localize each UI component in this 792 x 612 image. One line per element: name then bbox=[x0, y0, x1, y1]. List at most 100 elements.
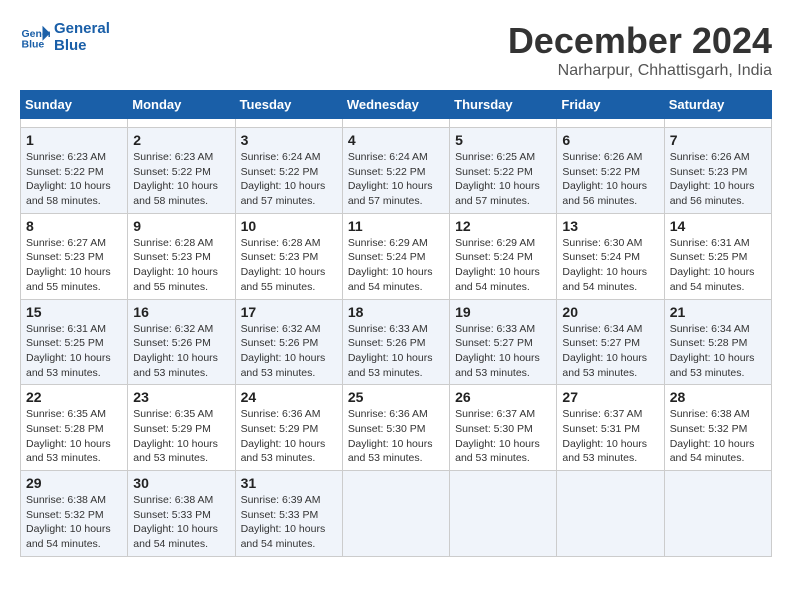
calendar-cell bbox=[342, 119, 449, 128]
calendar-cell bbox=[21, 119, 128, 128]
day-info: Sunrise: 6:38 AM Sunset: 5:33 PM Dayligh… bbox=[133, 493, 229, 552]
day-info: Sunrise: 6:37 AM Sunset: 5:30 PM Dayligh… bbox=[455, 407, 551, 466]
calendar-row-5: 29Sunrise: 6:38 AM Sunset: 5:32 PM Dayli… bbox=[21, 471, 772, 557]
day-info: Sunrise: 6:35 AM Sunset: 5:28 PM Dayligh… bbox=[26, 407, 122, 466]
calendar-cell: 27 Sunrise: 6:37 AM Sunset: 5:31 PM Dayli… bbox=[557, 385, 664, 471]
day-number: 2 bbox=[133, 132, 229, 148]
calendar-row-2: 8Sunrise: 6:27 AM Sunset: 5:23 PM Daylig… bbox=[21, 213, 772, 299]
calendar-cell bbox=[664, 471, 771, 557]
calendar-table: Sunday Monday Tuesday Wednesday Thursday… bbox=[20, 90, 772, 557]
day-info: Sunrise: 6:28 AM Sunset: 5:23 PM Dayligh… bbox=[241, 236, 337, 295]
day-info: Sunrise: 6:33 AM Sunset: 5:27 PM Dayligh… bbox=[455, 322, 551, 381]
calendar-cell: 24 Sunrise: 6:36 AM Sunset: 5:29 PM Dayli… bbox=[235, 385, 342, 471]
day-info: Sunrise: 6:36 AM Sunset: 5:29 PM Dayligh… bbox=[241, 407, 337, 466]
col-thursday: Thursday bbox=[450, 91, 557, 119]
calendar-cell bbox=[235, 119, 342, 128]
day-number: 15 bbox=[26, 304, 122, 320]
day-info: Sunrise: 6:39 AM Sunset: 5:33 PM Dayligh… bbox=[241, 493, 337, 552]
calendar-cell: 3Sunrise: 6:24 AM Sunset: 5:22 PM Daylig… bbox=[235, 128, 342, 214]
day-number: 28 bbox=[670, 389, 766, 405]
day-info: Sunrise: 6:28 AM Sunset: 5:23 PM Dayligh… bbox=[133, 236, 229, 295]
calendar-cell: 26 Sunrise: 6:37 AM Sunset: 5:30 PM Dayli… bbox=[450, 385, 557, 471]
day-number: 23 bbox=[133, 389, 229, 405]
col-sunday: Sunday bbox=[21, 91, 128, 119]
calendar-cell: 31 Sunrise: 6:39 AM Sunset: 5:33 PM Dayli… bbox=[235, 471, 342, 557]
day-info: Sunrise: 6:37 AM Sunset: 5:31 PM Dayligh… bbox=[562, 407, 658, 466]
day-info: Sunrise: 6:38 AM Sunset: 5:32 PM Dayligh… bbox=[670, 407, 766, 466]
day-number: 31 bbox=[241, 475, 337, 491]
calendar-cell: 2 Sunrise: 6:23 AM Sunset: 5:22 PM Daylig… bbox=[128, 128, 235, 214]
calendar-cell bbox=[450, 471, 557, 557]
calendar-cell: 28 Sunrise: 6:38 AM Sunset: 5:32 PM Dayli… bbox=[664, 385, 771, 471]
day-number: 18 bbox=[348, 304, 444, 320]
day-number: 6 bbox=[562, 132, 658, 148]
day-number: 26 bbox=[455, 389, 551, 405]
day-number: 11 bbox=[348, 218, 444, 234]
calendar-cell: 16Sunrise: 6:32 AM Sunset: 5:26 PM Dayli… bbox=[128, 299, 235, 385]
calendar-row-0 bbox=[21, 119, 772, 128]
calendar-header-row: Sunday Monday Tuesday Wednesday Thursday… bbox=[21, 91, 772, 119]
col-tuesday: Tuesday bbox=[235, 91, 342, 119]
day-number: 4 bbox=[348, 132, 444, 148]
day-info: Sunrise: 6:29 AM Sunset: 5:24 PM Dayligh… bbox=[455, 236, 551, 295]
calendar-cell bbox=[128, 119, 235, 128]
calendar-cell: 21 Sunrise: 6:34 AM Sunset: 5:28 PM Dayli… bbox=[664, 299, 771, 385]
day-info: Sunrise: 6:34 AM Sunset: 5:27 PM Dayligh… bbox=[562, 322, 658, 381]
day-number: 7 bbox=[670, 132, 766, 148]
calendar-cell bbox=[557, 119, 664, 128]
calendar-cell: 7 Sunrise: 6:26 AM Sunset: 5:23 PM Daylig… bbox=[664, 128, 771, 214]
day-number: 24 bbox=[241, 389, 337, 405]
day-number: 20 bbox=[562, 304, 658, 320]
calendar-cell: 12Sunrise: 6:29 AM Sunset: 5:24 PM Dayli… bbox=[450, 213, 557, 299]
calendar-cell: 17 Sunrise: 6:32 AM Sunset: 5:26 PM Dayli… bbox=[235, 299, 342, 385]
calendar-cell: 13Sunrise: 6:30 AM Sunset: 5:24 PM Dayli… bbox=[557, 213, 664, 299]
calendar-cell: 5 Sunrise: 6:25 AM Sunset: 5:22 PM Daylig… bbox=[450, 128, 557, 214]
day-info: Sunrise: 6:27 AM Sunset: 5:23 PM Dayligh… bbox=[26, 236, 122, 295]
calendar-cell: 4 Sunrise: 6:24 AM Sunset: 5:22 PM Daylig… bbox=[342, 128, 449, 214]
calendar-cell: 22Sunrise: 6:35 AM Sunset: 5:28 PM Dayli… bbox=[21, 385, 128, 471]
day-number: 1 bbox=[26, 132, 122, 148]
calendar-row-1: 1 Sunrise: 6:23 AM Sunset: 5:22 PM Daylig… bbox=[21, 128, 772, 214]
day-number: 21 bbox=[670, 304, 766, 320]
calendar-cell: 15Sunrise: 6:31 AM Sunset: 5:25 PM Dayli… bbox=[21, 299, 128, 385]
day-info: Sunrise: 6:25 AM Sunset: 5:22 PM Dayligh… bbox=[455, 150, 551, 209]
col-friday: Friday bbox=[557, 91, 664, 119]
day-number: 17 bbox=[241, 304, 337, 320]
calendar-cell bbox=[664, 119, 771, 128]
day-info: Sunrise: 6:26 AM Sunset: 5:23 PM Dayligh… bbox=[670, 150, 766, 209]
calendar-cell: 29Sunrise: 6:38 AM Sunset: 5:32 PM Dayli… bbox=[21, 471, 128, 557]
calendar-cell bbox=[342, 471, 449, 557]
day-number: 10 bbox=[241, 218, 337, 234]
day-number: 5 bbox=[455, 132, 551, 148]
calendar-row-3: 15Sunrise: 6:31 AM Sunset: 5:25 PM Dayli… bbox=[21, 299, 772, 385]
day-number: 14 bbox=[670, 218, 766, 234]
day-info: Sunrise: 6:23 AM Sunset: 5:22 PM Dayligh… bbox=[133, 150, 229, 209]
day-number: 3 bbox=[241, 132, 337, 148]
day-info: Sunrise: 6:32 AM Sunset: 5:26 PM Dayligh… bbox=[241, 322, 337, 381]
calendar-cell: 30Sunrise: 6:38 AM Sunset: 5:33 PM Dayli… bbox=[128, 471, 235, 557]
calendar-cell: 18 Sunrise: 6:33 AM Sunset: 5:26 PM Dayli… bbox=[342, 299, 449, 385]
day-info: Sunrise: 6:23 AM Sunset: 5:22 PM Dayligh… bbox=[26, 150, 122, 209]
day-info: Sunrise: 6:31 AM Sunset: 5:25 PM Dayligh… bbox=[670, 236, 766, 295]
calendar-row-4: 22Sunrise: 6:35 AM Sunset: 5:28 PM Dayli… bbox=[21, 385, 772, 471]
calendar-cell: 23Sunrise: 6:35 AM Sunset: 5:29 PM Dayli… bbox=[128, 385, 235, 471]
calendar-cell: 9 Sunrise: 6:28 AM Sunset: 5:23 PM Daylig… bbox=[128, 213, 235, 299]
day-number: 27 bbox=[562, 389, 658, 405]
calendar-cell: 6Sunrise: 6:26 AM Sunset: 5:22 PM Daylig… bbox=[557, 128, 664, 214]
calendar-cell bbox=[557, 471, 664, 557]
calendar-cell: 19Sunrise: 6:33 AM Sunset: 5:27 PM Dayli… bbox=[450, 299, 557, 385]
location-title: Narharpur, Chhattisgarh, India bbox=[508, 62, 772, 80]
day-info: Sunrise: 6:24 AM Sunset: 5:22 PM Dayligh… bbox=[348, 150, 444, 209]
calendar-cell: 25Sunrise: 6:36 AM Sunset: 5:30 PM Dayli… bbox=[342, 385, 449, 471]
day-info: Sunrise: 6:33 AM Sunset: 5:26 PM Dayligh… bbox=[348, 322, 444, 381]
day-info: Sunrise: 6:36 AM Sunset: 5:30 PM Dayligh… bbox=[348, 407, 444, 466]
day-info: Sunrise: 6:29 AM Sunset: 5:24 PM Dayligh… bbox=[348, 236, 444, 295]
calendar-cell: 20 Sunrise: 6:34 AM Sunset: 5:27 PM Dayli… bbox=[557, 299, 664, 385]
day-info: Sunrise: 6:34 AM Sunset: 5:28 PM Dayligh… bbox=[670, 322, 766, 381]
day-number: 9 bbox=[133, 218, 229, 234]
title-block: December 2024 Narharpur, Chhattisgarh, I… bbox=[508, 20, 772, 80]
logo-line1: General bbox=[54, 20, 110, 37]
logo: General Blue General Blue bbox=[20, 20, 110, 54]
svg-text:Blue: Blue bbox=[22, 39, 45, 51]
day-info: Sunrise: 6:32 AM Sunset: 5:26 PM Dayligh… bbox=[133, 322, 229, 381]
